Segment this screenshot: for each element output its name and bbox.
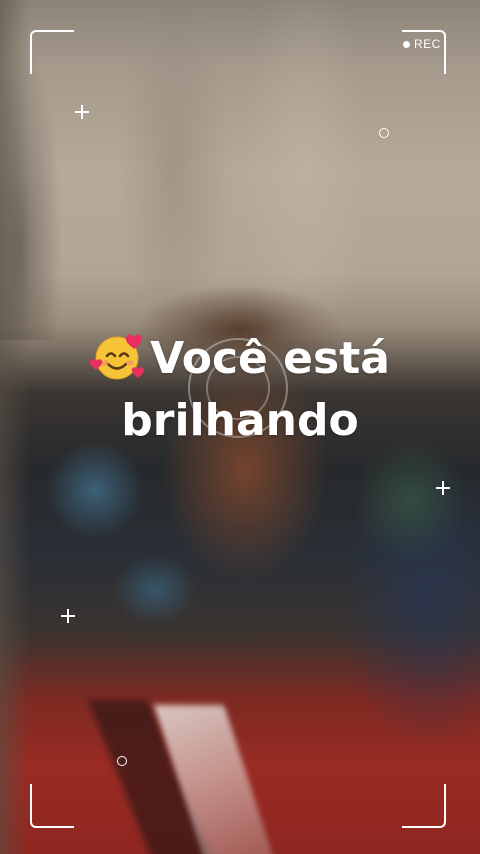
circle-marker-icon [379, 128, 389, 138]
plus-marker-icon [436, 481, 450, 495]
plus-marker-icon [61, 609, 75, 623]
viewfinder-corner-bottom-right [402, 784, 446, 828]
caption-line-2: brilhando [121, 395, 359, 446]
caption-line-1: Você está [0, 328, 480, 390]
plus-marker-icon [75, 105, 89, 119]
rec-indicator: REC [403, 37, 441, 51]
smiling-face-with-hearts-icon [89, 331, 146, 381]
caption-text: Você está brilhando [0, 328, 480, 452]
recording-dot-icon [403, 40, 410, 48]
viewfinder-corner-top-left [30, 30, 74, 74]
caption-line-1-text: Você está [150, 333, 390, 384]
rec-label: REC [414, 37, 441, 51]
viewfinder-corner-bottom-left [30, 784, 74, 828]
circle-marker-icon [117, 756, 127, 766]
camera-view: REC Você está brilhando [0, 0, 480, 854]
